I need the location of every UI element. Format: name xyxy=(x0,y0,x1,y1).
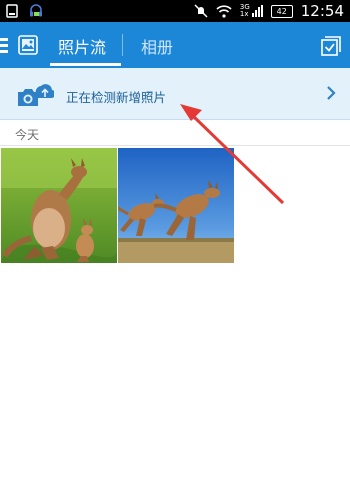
tab-albums[interactable]: 相册 xyxy=(141,34,173,58)
status-left-icons xyxy=(6,3,44,19)
app-header: 照片流 相册 xyxy=(0,22,350,68)
chevron-right-icon[interactable] xyxy=(326,85,336,105)
status-bar: 3G 1x 42 12:54 xyxy=(0,0,350,22)
signal-indicator: 3G 1x xyxy=(240,4,263,18)
photo-detection-banner[interactable]: 正在检测新增照片 xyxy=(0,68,350,120)
status-right-icons: 3G 1x 42 12:54 xyxy=(194,0,344,22)
menu-icon[interactable] xyxy=(0,38,8,54)
date-section-label: 今天 xyxy=(15,128,40,142)
battery-indicator: 42 xyxy=(270,4,293,18)
status-time: 12:54 xyxy=(300,2,344,20)
camera-upload-icon xyxy=(18,84,54,106)
signal-bars-icon xyxy=(251,5,263,17)
signal-1x-label: 1x xyxy=(239,10,249,18)
section-divider xyxy=(0,145,350,146)
mute-icon xyxy=(194,4,208,18)
headset-icon xyxy=(30,4,42,17)
photo-thumbnail-jumping-kangaroos[interactable] xyxy=(118,148,234,263)
tab-divider xyxy=(122,34,123,56)
photo-thumbnail-kangaroo-with-joey[interactable] xyxy=(1,148,117,263)
photo-app-icon[interactable] xyxy=(18,35,38,55)
wifi-icon xyxy=(216,4,232,18)
active-tab-indicator xyxy=(50,63,121,66)
detection-status-text: 正在检测新增照片 xyxy=(66,90,167,105)
select-icon[interactable] xyxy=(321,35,342,56)
tab-photo-stream[interactable]: 照片流 xyxy=(58,34,106,58)
notification-icon xyxy=(6,4,18,18)
